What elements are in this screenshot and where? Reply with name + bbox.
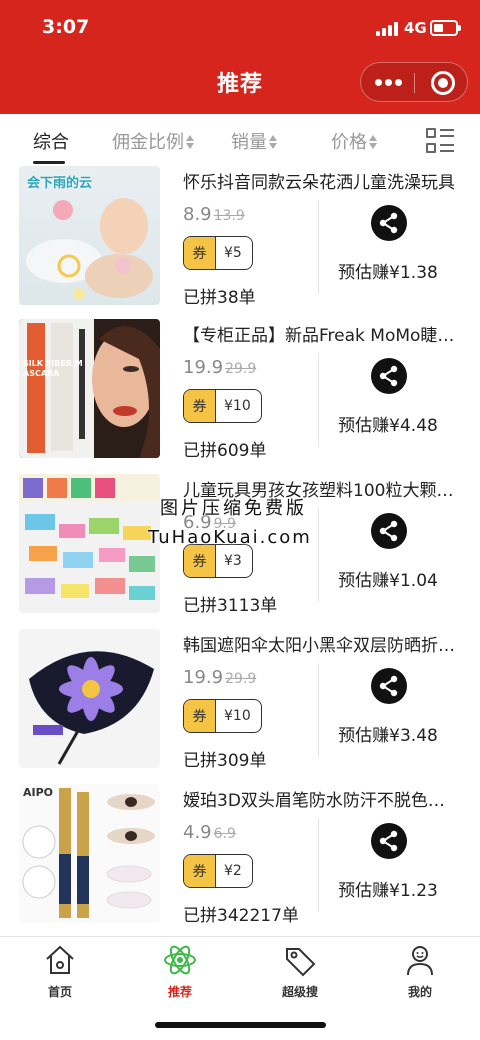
coupon-label: 券 xyxy=(184,545,216,577)
share-icon[interactable] xyxy=(371,823,407,859)
product-image[interactable]: 会下雨的云 xyxy=(19,166,160,305)
home-icon xyxy=(43,943,77,977)
user-icon xyxy=(403,943,437,977)
signal-icon xyxy=(376,22,400,36)
coupon-label: 券 xyxy=(184,390,216,422)
product-price: 8.9 13.9 xyxy=(183,204,245,225)
coupon-badge[interactable]: 券 ¥3 xyxy=(183,544,253,578)
coupon-label: 券 xyxy=(184,855,216,887)
tab-mine[interactable]: 我的 xyxy=(380,943,460,1000)
original-price: 13.9 xyxy=(213,208,245,224)
tab-label: 推荐 xyxy=(167,985,192,999)
share-icon[interactable] xyxy=(371,358,407,394)
product-image[interactable] xyxy=(19,629,160,768)
miniprogram-capsule xyxy=(360,62,468,102)
product-image-caption: 会下雨的云 xyxy=(27,176,93,191)
sort-tab-commission[interactable]: 佣金比例 xyxy=(112,128,194,154)
sort-arrows-icon xyxy=(269,134,277,150)
network-label: 4G xyxy=(404,19,427,37)
original-price: 6.9 xyxy=(213,826,236,842)
share-icon[interactable] xyxy=(371,205,407,241)
watermark-url: TuHaoKuai.com xyxy=(148,527,312,548)
sort-arrows-icon xyxy=(186,134,194,150)
status-time: 3:07 xyxy=(42,16,90,38)
sort-bar: 综合 佣金比例 销量 价格 xyxy=(0,114,480,166)
product-image[interactable]: AIPO xyxy=(19,784,160,923)
product-name[interactable]: 【专柜正品】新品Freak MoMo睫毛膏 xyxy=(183,321,458,346)
product-name[interactable]: 韩国遮阳伞太阳小黑伞双层防晒折叠伞 xyxy=(183,631,458,656)
coupon-label: 券 xyxy=(184,237,216,269)
tab-label: 我的 xyxy=(407,985,432,999)
share-icon[interactable] xyxy=(371,513,407,549)
tab-super-search[interactable]: 超级搜 xyxy=(260,943,340,1000)
sort-tab-label: 佣金比例 xyxy=(112,132,184,153)
original-price: 29.9 xyxy=(225,361,257,377)
coupon-label: 券 xyxy=(184,700,216,732)
product-name[interactable]: 怀乐抖音同款云朵花洒儿童洗澡玩具 xyxy=(183,168,458,193)
capsule-divider xyxy=(414,73,415,93)
estimated-earning: 预估赚¥1.38 xyxy=(338,263,438,283)
sort-tab-label: 价格 xyxy=(331,132,367,153)
watermark-text: 图片压缩免费版 xyxy=(160,498,307,519)
product-name[interactable]: 嫒珀3D双头眉笔防水防汗不脱色初学者 xyxy=(183,786,458,811)
product-item[interactable]: 会下雨的云 怀乐抖音同款云朵花洒儿童洗澡玩具 8.9 13.9 券 ¥5 已拼38单… xyxy=(0,166,480,321)
more-icon[interactable] xyxy=(375,79,402,87)
coupon-badge[interactable]: 券 ¥5 xyxy=(183,236,253,270)
current-price: 19.9 xyxy=(183,357,224,378)
atom-icon xyxy=(163,943,197,977)
tab-label: 超级搜 xyxy=(281,985,318,999)
status-bar: 3:07 4G xyxy=(0,0,480,60)
product-price: 4.9 6.9 xyxy=(183,822,236,843)
coupon-badge[interactable]: 券 ¥2 xyxy=(183,854,253,888)
product-image-caption: SILK FIBER MASCARA xyxy=(23,359,83,378)
sort-tab-price[interactable]: 价格 xyxy=(331,128,377,154)
coupon-value: ¥10 xyxy=(224,398,251,414)
sort-tab-label: 销量 xyxy=(231,132,267,153)
coupon-value: ¥10 xyxy=(224,708,251,724)
sort-tab-sales[interactable]: 销量 xyxy=(231,128,277,154)
product-item[interactable]: SILK FIBER MASCARA 【专柜正品】新品Freak MoMo睫毛膏… xyxy=(0,319,480,474)
product-item[interactable]: AIPO 嫒珀3D双头眉笔防水防汗不脱色初学者 4.9 6.9 券 ¥2 已拼342… xyxy=(0,784,480,939)
coupon-value: ¥2 xyxy=(224,863,242,879)
tag-icon xyxy=(283,943,317,977)
current-price: 19.9 xyxy=(183,667,224,688)
sold-count: 已拼609单 xyxy=(183,441,267,461)
original-price: 29.9 xyxy=(225,671,257,687)
estimated-earning: 预估赚¥4.48 xyxy=(338,416,438,436)
estimated-earning: 预估赚¥3.48 xyxy=(338,726,438,746)
product-price: 19.9 29.9 xyxy=(183,667,256,688)
coupon-value: ¥5 xyxy=(224,245,242,261)
estimated-earning: 预估赚¥1.23 xyxy=(338,881,438,901)
sold-count: 已拼38单 xyxy=(183,288,256,308)
battery-icon xyxy=(430,20,461,36)
sort-arrows-icon xyxy=(369,134,377,150)
product-price: 19.9 29.9 xyxy=(183,357,256,378)
sold-count: 已拼309单 xyxy=(183,751,267,771)
product-item[interactable]: 韩国遮阳伞太阳小黑伞双层防晒折叠伞 19.9 29.9 券 ¥10 已拼309单 预… xyxy=(0,629,480,784)
coupon-value: ¥3 xyxy=(224,553,242,569)
sold-count: 已拼3113单 xyxy=(183,596,278,616)
close-miniprogram-icon[interactable] xyxy=(431,71,455,95)
coupon-badge[interactable]: 券 ¥10 xyxy=(183,389,262,423)
product-image[interactable] xyxy=(19,474,160,613)
sort-tab-label: 综合 xyxy=(33,132,69,153)
sort-active-indicator xyxy=(33,161,65,164)
list-layout-icon[interactable] xyxy=(426,128,454,154)
sort-tab-default[interactable]: 综合 xyxy=(33,128,69,154)
tab-recommend[interactable]: 推荐 xyxy=(140,943,220,1000)
app-header: 3:07 4G 推荐 xyxy=(0,0,480,114)
product-image[interactable]: SILK FIBER MASCARA xyxy=(19,319,160,458)
product-image-caption: AIPO xyxy=(23,786,54,799)
home-indicator[interactable] xyxy=(155,1022,326,1028)
share-icon[interactable] xyxy=(371,668,407,704)
estimated-earning: 预估赚¥1.04 xyxy=(338,571,438,591)
current-price: 4.9 xyxy=(183,822,212,843)
tab-label: 首页 xyxy=(47,985,72,999)
tab-home[interactable]: 首页 xyxy=(20,943,100,1000)
sold-count: 已拼342217单 xyxy=(183,906,299,926)
coupon-badge[interactable]: 券 ¥10 xyxy=(183,699,262,733)
current-price: 8.9 xyxy=(183,204,212,225)
